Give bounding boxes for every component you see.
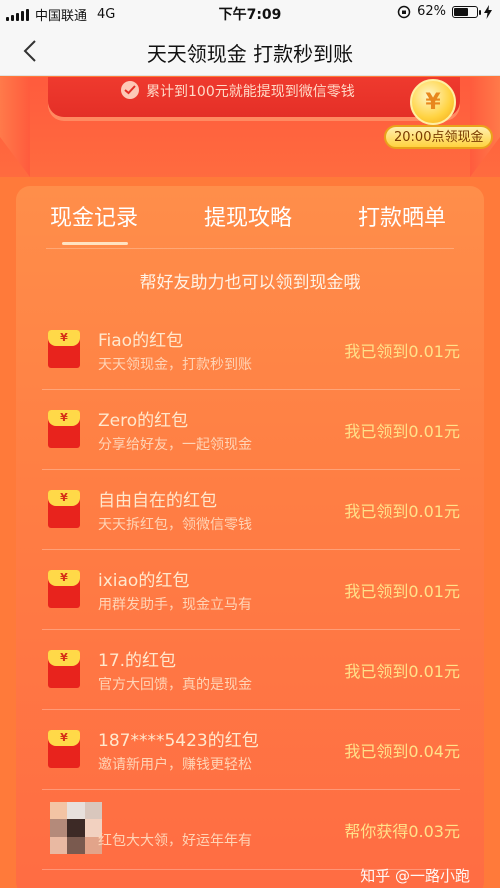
tab-divider	[46, 248, 454, 249]
red-envelope-icon: ¥	[48, 730, 80, 768]
red-envelope-icon: ¥	[48, 330, 80, 368]
list-item[interactable]: ¥ 自由自在的红包天天拆红包，领微信零钱 我已领到0.01元	[42, 470, 460, 550]
list-item[interactable]: ¥ ixiao的红包用群发助手，现金立马有 我已领到0.01元	[42, 550, 460, 630]
watermark: 知乎 @一路小跑	[360, 867, 470, 885]
record-subtitle: 天天领现金，打款秒到账	[98, 357, 252, 373]
wechat-pay-icon	[121, 81, 139, 99]
cash-time-badge[interactable]: 20:00点领现金	[384, 125, 494, 149]
red-envelope-icon: ¥	[48, 410, 80, 448]
record-subtitle: 用群发助手，现金立马有	[98, 597, 252, 613]
record-amount: 我已领到0.04元	[344, 742, 460, 761]
record-amount: 我已领到0.01元	[344, 662, 460, 681]
nav-bar: 天天领现金 打款秒到账	[0, 26, 500, 76]
record-amount: 我已领到0.01元	[344, 342, 460, 361]
record-amount: 我已领到0.01元	[344, 582, 460, 601]
red-envelope-icon: ¥	[48, 650, 80, 688]
page-title: 天天领现金 打款秒到账	[146, 42, 354, 66]
record-title: 17.的红包	[98, 651, 177, 671]
yuan-coin-icon: ¥	[410, 79, 456, 125]
tab-withdraw-guide[interactable]: 提现攻略	[204, 200, 292, 232]
cash-record-card: 现金记录 提现攻略 打款晒单 帮好友助力也可以领到现金哦 ¥ Fiao的红包天天领…	[16, 186, 484, 888]
tab-cash-records[interactable]: 现金记录	[50, 200, 138, 232]
record-subtitle: 天天拆红包，领微信零钱	[98, 517, 252, 533]
status-right: 62%	[397, 4, 492, 19]
help-hint-text: 帮好友助力也可以领到现金哦	[139, 273, 361, 293]
record-subtitle: 分享给好友，一起领现金	[98, 437, 252, 453]
banner-text: 累计到100元就能提现到微信零钱	[146, 84, 355, 100]
red-envelope-icon: ¥	[48, 570, 80, 608]
charging-bolt-icon	[484, 4, 492, 19]
tab-payout-showcase[interactable]: 打款晒单	[358, 200, 446, 232]
active-tab-indicator	[62, 242, 128, 245]
list-item[interactable]: ¥17.的红包官方大回馈，真的是现金 我已领到0.01元	[42, 630, 460, 710]
battery-percent: 62%	[417, 4, 446, 19]
record-title: Fiao的红包	[98, 331, 184, 351]
list-item[interactable]: ¥ Zero的红包分享给好友，一起领现金 我已领到0.01元	[42, 390, 460, 470]
hero-banner-area: 累计到100元就能提现到微信零钱 ¥ 20:00点领现金	[0, 77, 500, 177]
tab-bar: 现金记录 提现攻略 打款晒单	[16, 200, 484, 245]
record-title: Zero的红包	[98, 411, 189, 431]
record-title: 自由自在的红包	[98, 491, 217, 511]
record-title: 187****5423的红包	[98, 731, 259, 751]
record-subtitle: 邀请新用户，赚钱更轻松	[98, 757, 252, 773]
record-title: ixiao的红包	[98, 571, 190, 591]
list-item[interactable]: ¥ Fiao的红包天天领现金，打款秒到账 我已领到0.01元	[42, 310, 460, 390]
avatar	[50, 802, 102, 854]
record-amount: 我已领到0.01元	[344, 502, 460, 521]
record-subtitle: 红包大大领，好运年年有	[98, 833, 252, 849]
orientation-lock-icon	[397, 5, 411, 18]
hero-decor-left	[0, 77, 30, 177]
list-item[interactable]: ¥187****5423的红包邀请新用户，赚钱更轻松 我已领到0.04元	[42, 710, 460, 790]
record-amount: 我已领到0.01元	[344, 422, 460, 441]
record-amount: 帮你获得0.03元	[344, 822, 460, 841]
status-bar: 中国联通 4G 下午7:09 62%	[0, 0, 500, 26]
record-subtitle: 官方大回馈，真的是现金	[98, 677, 252, 693]
list-item[interactable]: 红包大大领，好运年年有 帮你获得0.03元	[42, 790, 460, 870]
battery-icon	[452, 5, 481, 18]
red-envelope-icon: ¥	[48, 490, 80, 528]
